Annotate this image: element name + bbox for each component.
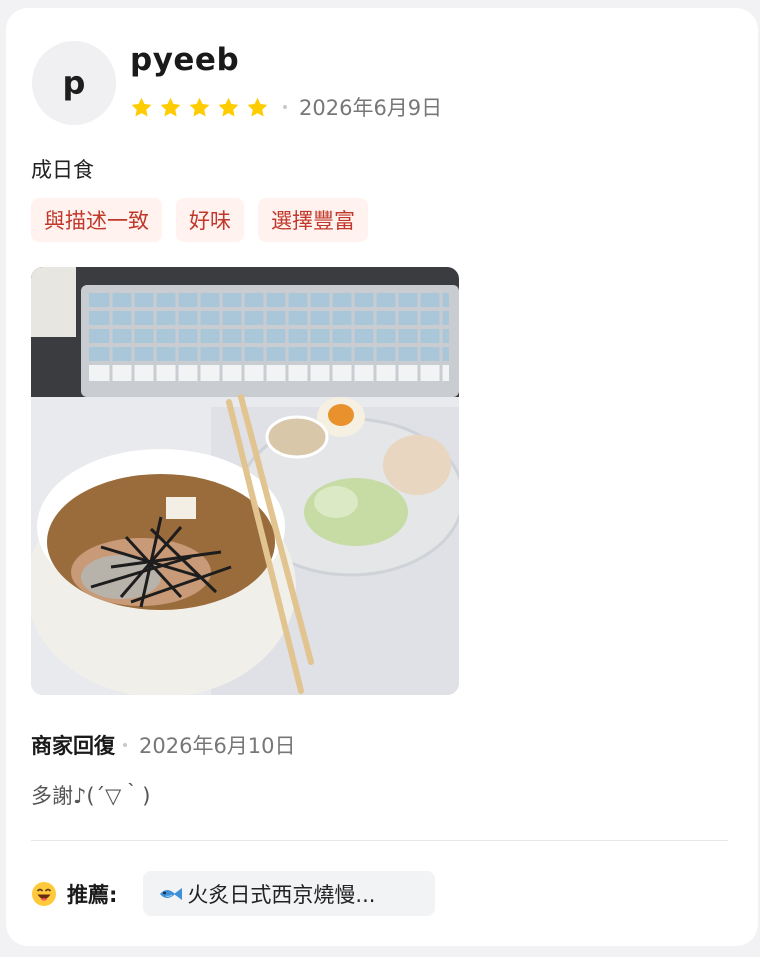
recommendation-row: 推薦: 火炙日式西京燒慢... [31, 871, 436, 916]
star-icon [217, 96, 240, 119]
separator-dot [123, 743, 127, 747]
merchant-reply-date: 2026年6月10日 [139, 734, 296, 758]
rating-row: 2026年6月9日 [130, 92, 442, 122]
merchant-reply-title: 商家回復 [31, 734, 115, 758]
recommended-item-name: 火炙日式西京燒慢... [187, 882, 376, 907]
merchant-reply-header: 商家回復 2026年6月10日 [31, 730, 296, 760]
star-icon [188, 96, 211, 119]
review-tag: 選擇豐富 [258, 198, 368, 242]
star-icon [246, 96, 269, 119]
avatar[interactable]: p [32, 41, 116, 125]
review-card: p pyeeb 2026年6月9日 成日食 與描述一致 好味 選擇豐富 商家回復… [6, 8, 758, 946]
username[interactable]: pyeeb [130, 42, 239, 78]
star-icon [130, 96, 153, 119]
review-photo[interactable] [31, 267, 459, 695]
review-tags: 與描述一致 好味 選擇豐富 [31, 198, 382, 242]
recommendation-label: 推薦: [67, 882, 118, 907]
review-date: 2026年6月9日 [299, 96, 443, 120]
separator-dot [283, 105, 287, 109]
review-text: 成日食 [31, 158, 94, 182]
divider [31, 840, 728, 841]
review-tag: 與描述一致 [31, 198, 162, 242]
smiling-face-icon [31, 881, 57, 907]
recommended-item-chip[interactable]: 火炙日式西京燒慢... [143, 871, 436, 916]
review-tag: 好味 [176, 198, 244, 242]
star-icon [159, 96, 182, 119]
merchant-reply-text: 多謝♪(´▽｀) [31, 784, 151, 808]
fish-icon [157, 884, 183, 904]
